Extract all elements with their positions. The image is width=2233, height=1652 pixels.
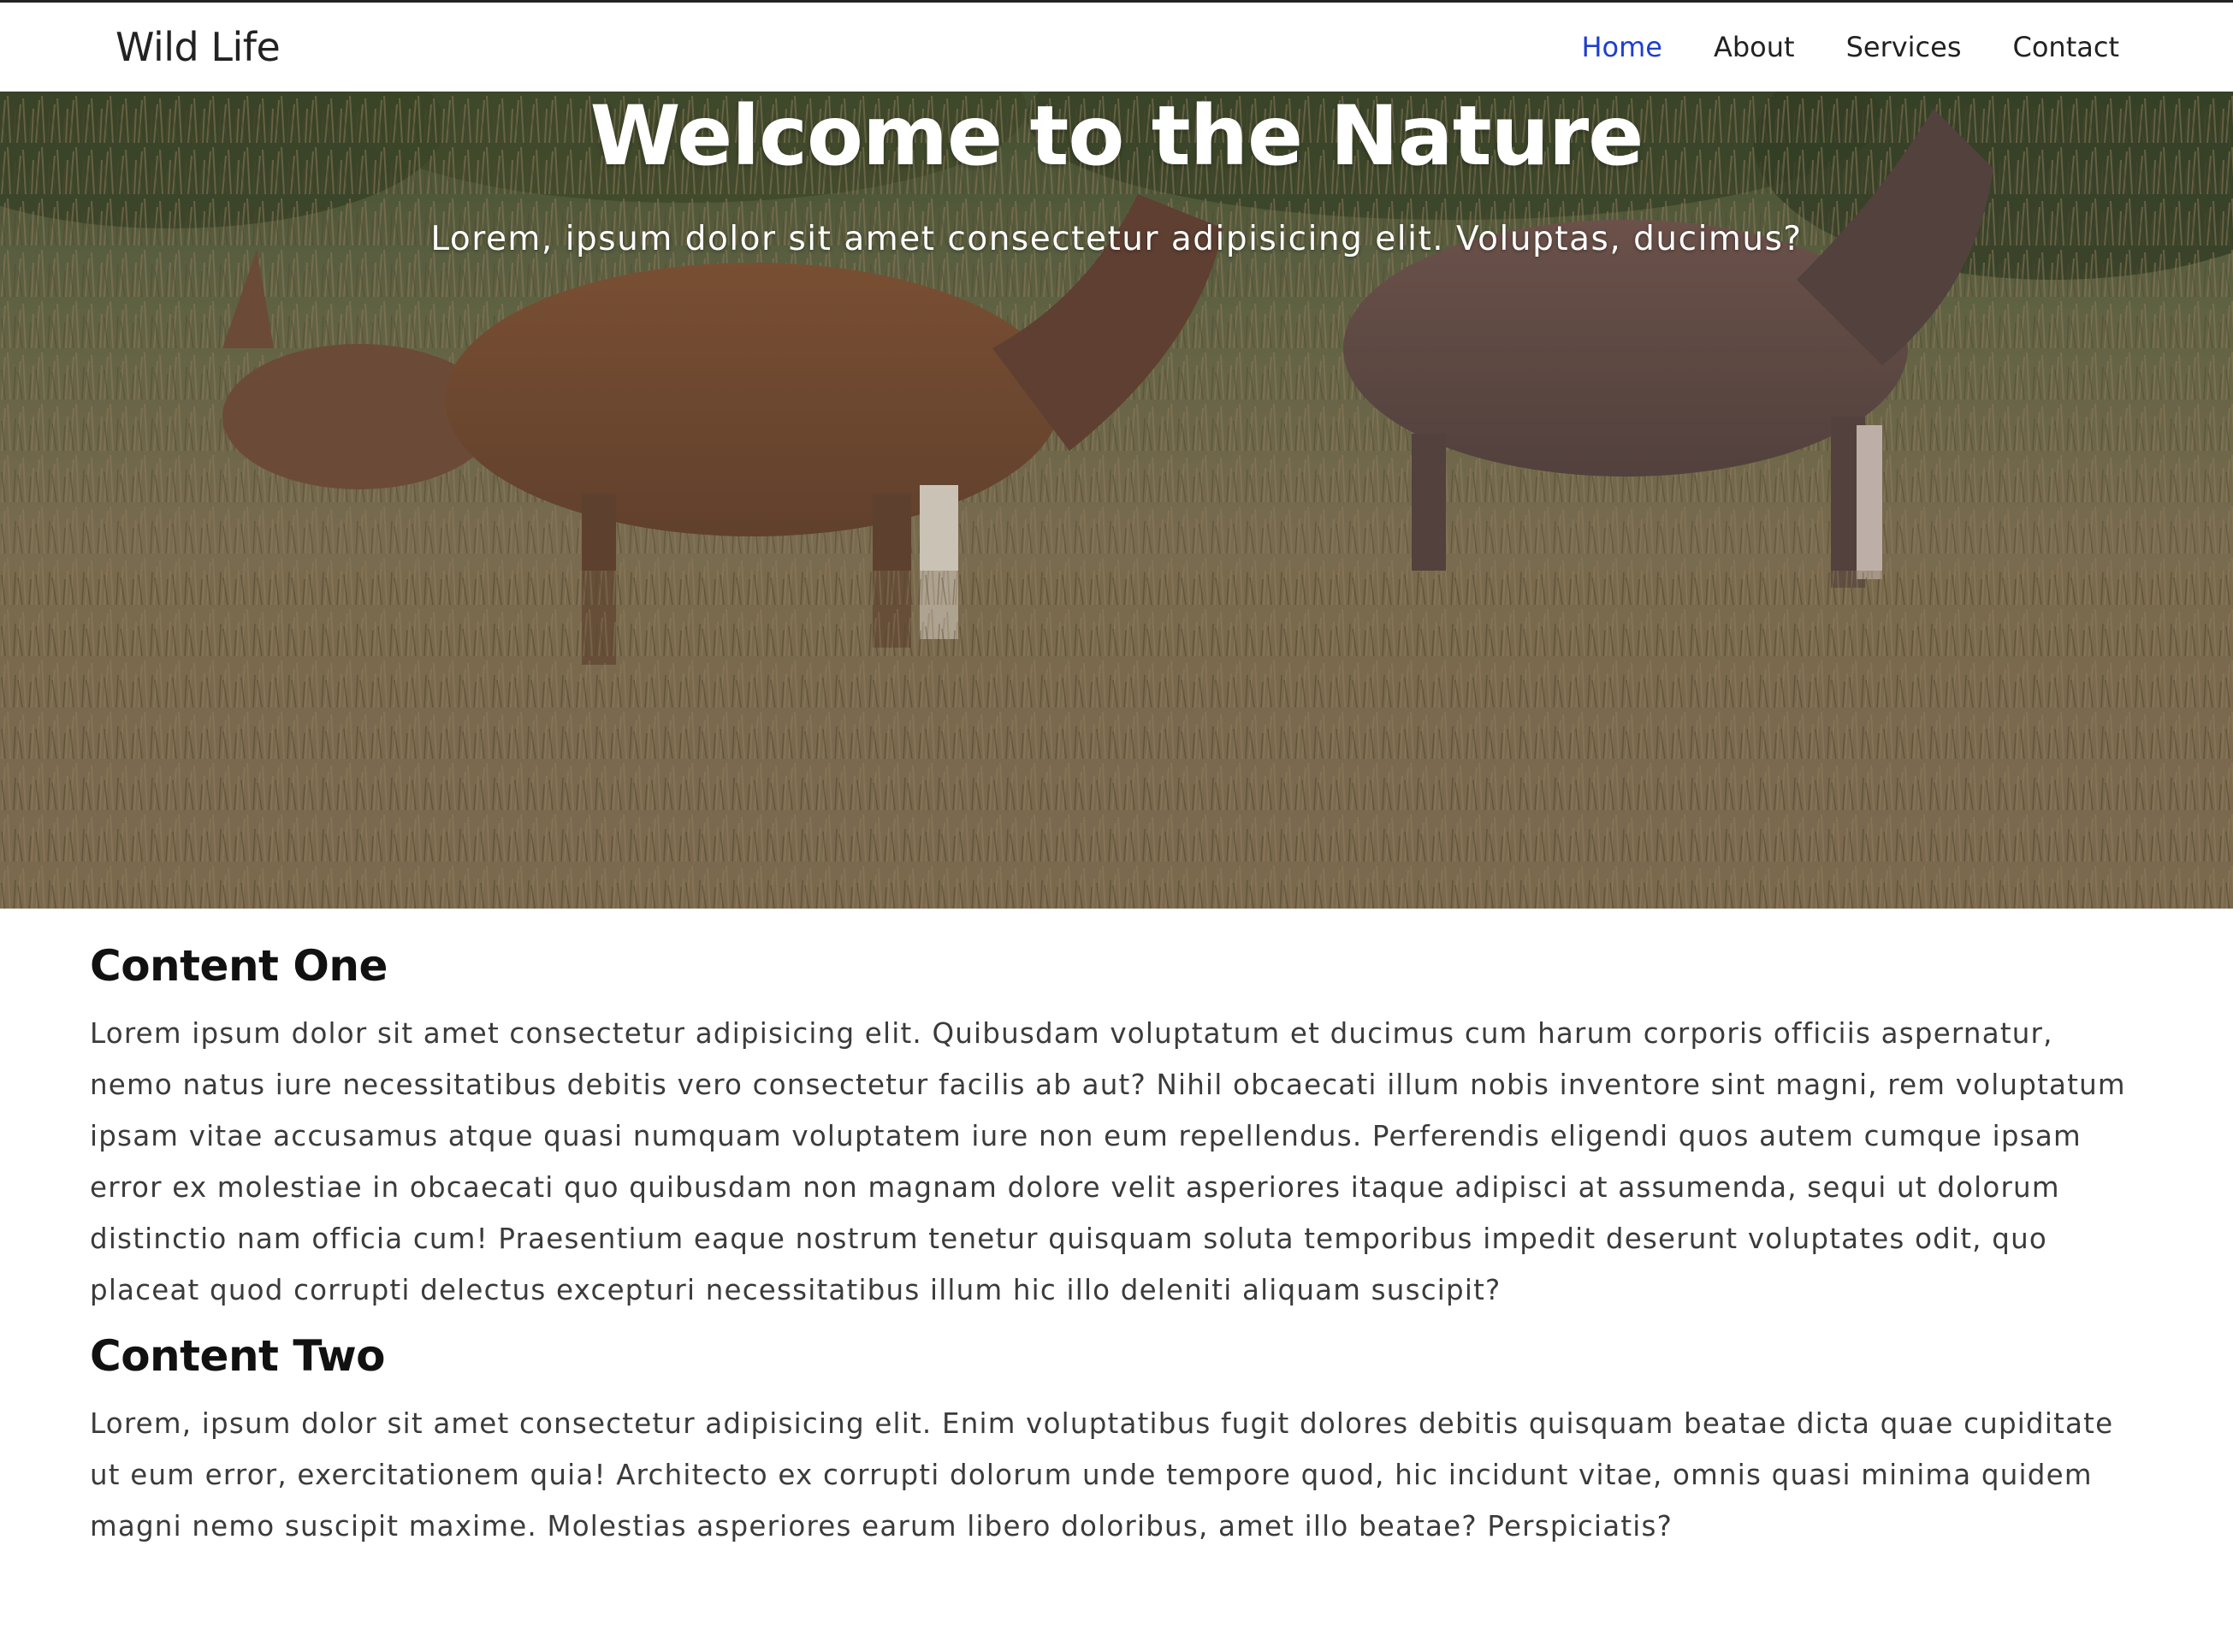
hero-section: Welcome to the Nature Lorem, ipsum dolor… [0,92,2233,909]
nav-link-contact[interactable]: Contact [2013,31,2120,63]
hero-title: Welcome to the Nature [589,92,1644,184]
section-text-content-one: Lorem ipsum dolor sit amet consectetur a… [90,1017,2126,1306]
main-content: Content One Lorem ipsum dolor sit amet c… [90,941,2143,1552]
nav-link-about[interactable]: About [1714,31,1795,63]
brand-logo[interactable]: Wild Life [116,24,281,70]
section-title-content-one: Content One [90,941,388,991]
section-text-content-two: Lorem, ipsum dolor sit amet consectetur … [90,1407,2114,1542]
section-title-content-two: Content Two [90,1331,386,1381]
nav-link-home[interactable]: Home [1581,31,1662,63]
hero-overlay [0,92,2233,909]
nav-links: Home About Services Contact [1530,31,2119,63]
nav-link-services[interactable]: Services [1846,31,1962,63]
navbar: Wild Life Home About Services Contact [0,3,2233,92]
hero-subtitle: Lorem, ipsum dolor sit amet consectetur … [430,220,1803,258]
